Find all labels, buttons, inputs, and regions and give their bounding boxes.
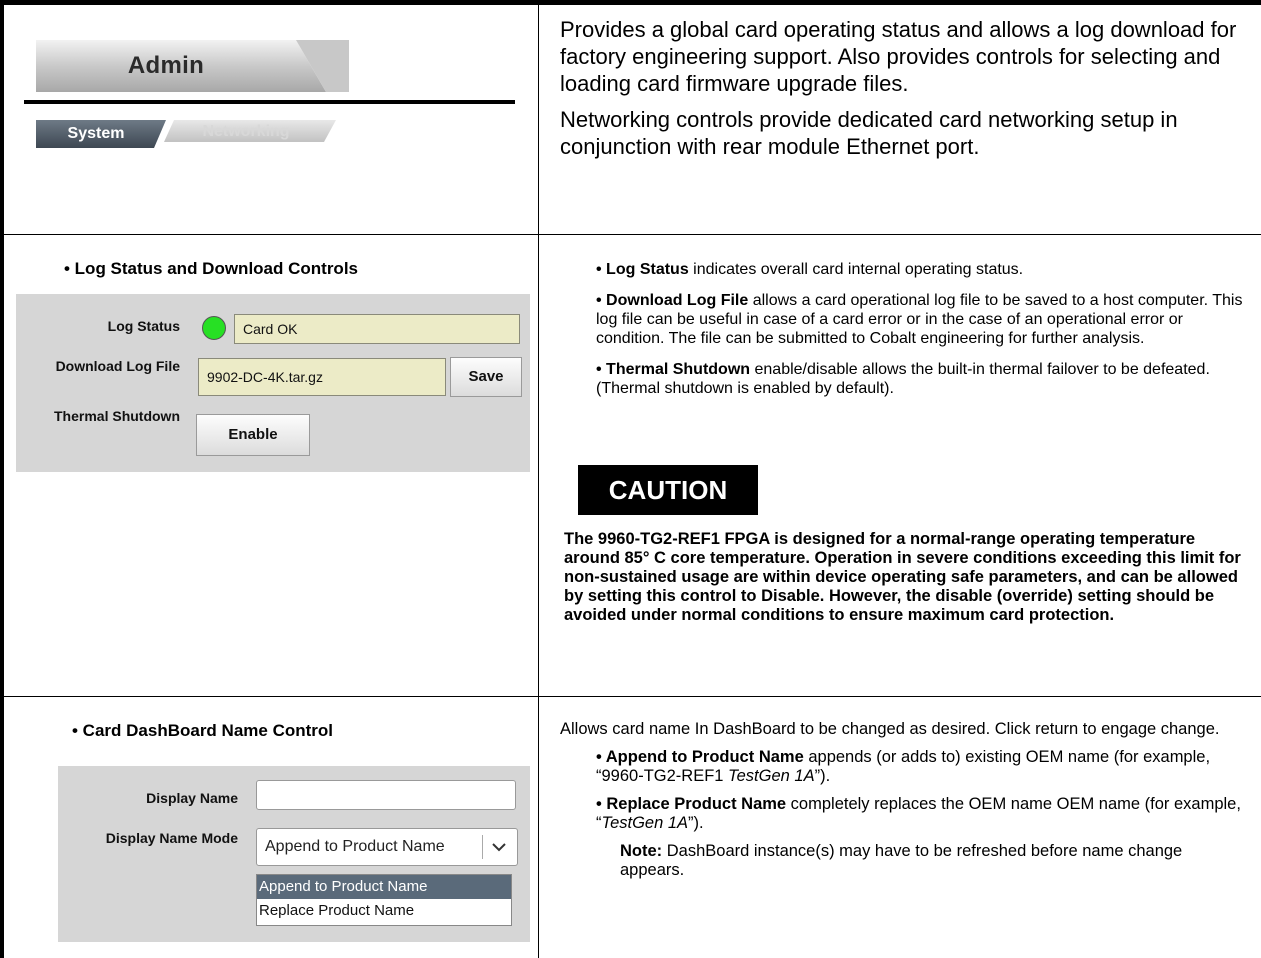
dropdown-option-replace[interactable]: Replace Product Name — [257, 899, 511, 923]
display-name-mode-label: Display Name Mode — [105, 830, 238, 846]
bullet-term: • Replace Product Name — [596, 795, 787, 813]
bullet-italic: TestGen 1A — [728, 767, 815, 785]
row-divider — [0, 234, 1261, 235]
save-button[interactable]: Save — [450, 357, 522, 397]
name-description: Allows card name In DashBoard to be chan… — [560, 720, 1250, 880]
intro-paragraph: Networking controls provide dedicated ca… — [560, 107, 1178, 159]
admin-tab-label: Admin — [127, 52, 205, 79]
download-log-filename[interactable]: 9902-DC-4K.tar.gz — [198, 358, 446, 396]
caution-badge: CAUTION — [578, 465, 758, 515]
display-name-mode-select[interactable]: Append to Product Name — [256, 828, 518, 866]
admin-underline — [24, 100, 515, 104]
bullet-replace: • Replace Product Name completely replac… — [596, 795, 1250, 833]
caution-text: The 9960-TG2-REF1 FPGA is designed for a… — [564, 530, 1241, 624]
download-log-label: Download Log File — [55, 358, 180, 374]
admin-tab[interactable]: Admin — [36, 40, 349, 92]
bullet-download-log: • Download Log File allows a card operat… — [596, 291, 1246, 348]
log-description: • Log Status indicates overall card inte… — [596, 260, 1246, 398]
bullet-term: • Append to Product Name — [596, 748, 804, 766]
log-section-heading: • Log Status and Download Controls — [64, 259, 358, 278]
note: Note: DashBoard instance(s) may have to … — [620, 842, 1250, 880]
bullet-term: • Thermal Shutdown — [596, 361, 751, 378]
note-label: Note: — [620, 842, 663, 860]
bullet-text: indicates overall card internal operatin… — [688, 261, 1024, 278]
log-controls-panel: Log Status Card OK Download Log File 990… — [16, 294, 530, 472]
tab-networking[interactable]: Networking — [176, 120, 316, 144]
name-section-heading: • Card DashBoard Name Control — [72, 721, 333, 740]
thermal-shutdown-label: Thermal Shutdown — [54, 408, 180, 424]
select-separator — [482, 835, 483, 859]
bullet-append: • Append to Product Name appends (or add… — [596, 748, 1250, 786]
log-status-label: Log Status — [107, 318, 180, 334]
table-column-divider — [538, 0, 539, 958]
bullet-italic: TestGen 1A — [601, 814, 689, 832]
bullet-term: • Log Status — [596, 261, 689, 278]
dropdown-options: Append to Product Name Replace Product N… — [256, 874, 512, 926]
chevron-down-icon — [492, 843, 506, 852]
subtabs: System Networking — [36, 114, 336, 148]
dropdown-option-append[interactable]: Append to Product Name — [257, 875, 511, 899]
bullet-term: • Download Log File — [596, 292, 749, 309]
bullet-text: ”). — [814, 767, 831, 785]
tab-system[interactable]: System — [38, 120, 154, 148]
note-text: DashBoard instance(s) may have to be ref… — [620, 842, 1183, 879]
table-top-rule — [0, 0, 1261, 5]
intro-paragraph: Provides a global card operating status … — [560, 17, 1237, 96]
table-left-rule — [0, 0, 4, 958]
bullet-thermal-shutdown: • Thermal Shutdown enable/disable allows… — [596, 360, 1246, 398]
name-intro: Allows card name In DashBoard to be chan… — [560, 720, 1220, 738]
display-name-label: Display Name — [146, 790, 238, 806]
log-status-field: Card OK — [234, 314, 520, 344]
bullet-text: ”). — [688, 814, 704, 832]
display-name-input[interactable] — [256, 780, 516, 810]
status-led-icon — [202, 316, 226, 340]
select-value: Append to Product Name — [265, 838, 445, 855]
intro-description: Provides a global card operating status … — [560, 16, 1250, 169]
row-divider — [0, 696, 1261, 697]
thermal-enable-button[interactable]: Enable — [196, 414, 310, 456]
bullet-log-status: • Log Status indicates overall card inte… — [596, 260, 1246, 279]
